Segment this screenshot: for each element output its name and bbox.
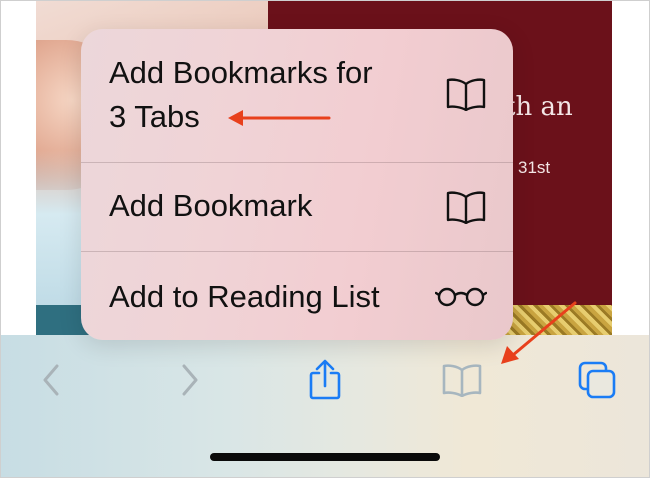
bookmarks-icon [441,363,483,401]
share-button[interactable] [299,359,351,405]
add-bookmarks-for-tabs-label-line1: Add Bookmarks for [109,55,373,90]
add-to-reading-list-item[interactable]: Add to Reading List [81,252,513,340]
back-chevron-icon [40,363,62,401]
back-button[interactable] [25,359,77,405]
home-indicator[interactable] [210,453,440,461]
glasses-icon [435,286,487,308]
add-bookmark-item[interactable]: Add Bookmark [81,163,513,251]
bottom-toolbar [0,335,650,478]
bookmarks-button[interactable] [436,359,488,405]
bookmark-options-menu: Add Bookmarks for 3 Tabs Add Bookmark Ad… [81,29,513,340]
article-card-image-strip [505,305,612,335]
add-bookmarks-for-tabs-item[interactable]: Add Bookmarks for 3 Tabs [81,29,513,162]
article-card-headline: th an [505,92,573,122]
add-to-reading-list-label: Add to Reading List [109,279,380,314]
book-icon [445,190,487,224]
book-icon [445,77,487,111]
add-bookmarks-for-tabs-label-line2: 3 Tabs [109,99,200,134]
share-icon [307,359,343,405]
forward-chevron-icon [179,363,201,401]
tabs-button[interactable] [571,359,623,405]
safari-screen: th an 31st Add Bookmarks for 3 Tabs Add … [0,0,650,478]
add-bookmark-label: Add Bookmark [109,188,313,223]
tabs-icon [577,360,617,404]
article-card-date: 31st [518,158,551,177]
forward-button[interactable] [164,359,216,405]
